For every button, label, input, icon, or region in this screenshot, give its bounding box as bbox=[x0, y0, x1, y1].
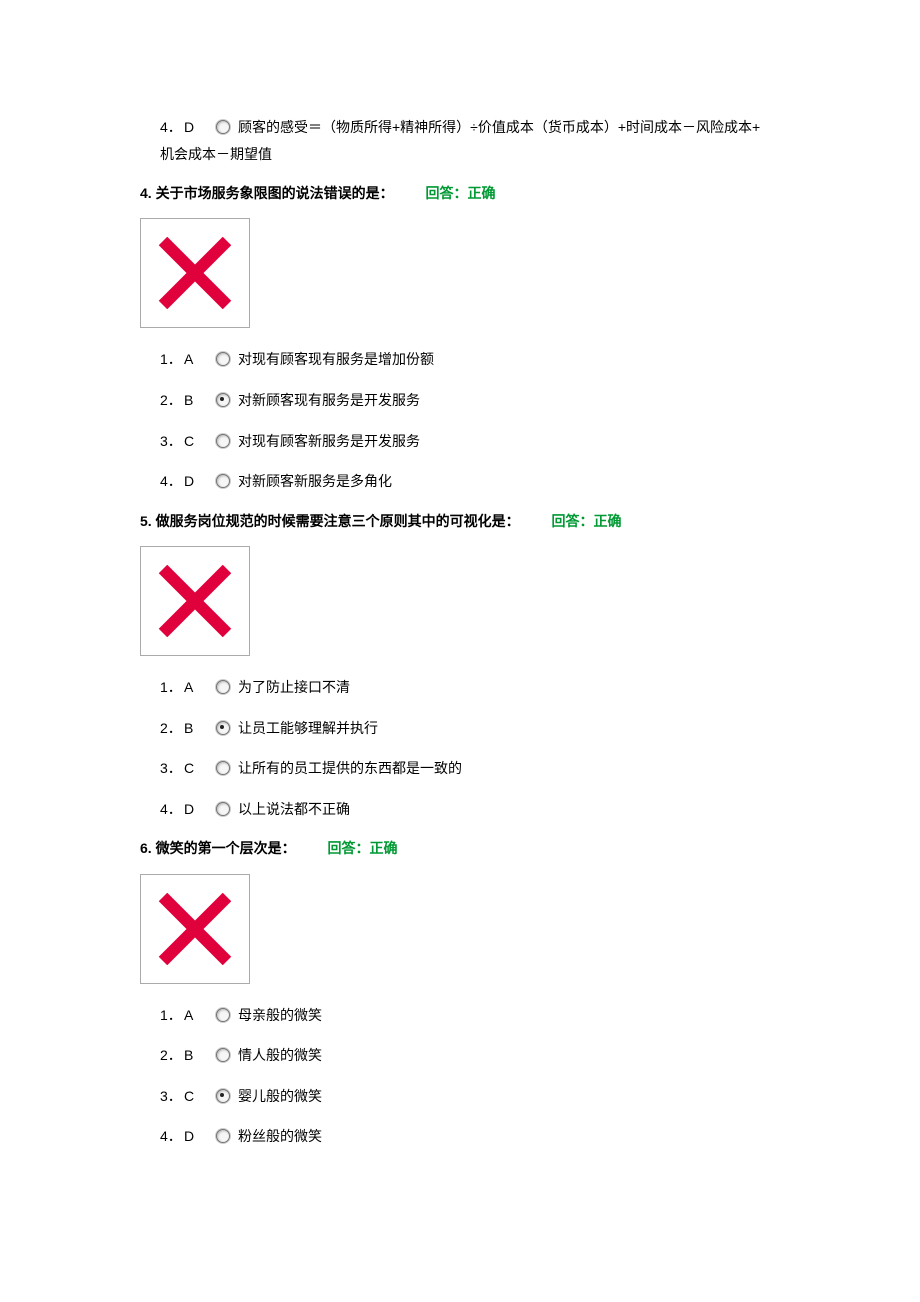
red-x-icon bbox=[141, 547, 249, 655]
option-number: 3． bbox=[160, 755, 184, 782]
option-number: 4． bbox=[160, 468, 184, 495]
option-row: 4． D 对新顾客新服务是多角化 bbox=[160, 468, 880, 495]
option-letter: A bbox=[184, 674, 208, 701]
option-letter: B bbox=[184, 715, 208, 742]
option-number: 4． bbox=[160, 1123, 184, 1150]
option-row: 1． A 对现有顾客现有服务是增加份额 bbox=[160, 346, 880, 373]
option-letter: D bbox=[184, 1123, 208, 1150]
option-number: 3． bbox=[160, 1083, 184, 1110]
image-placeholder bbox=[140, 218, 250, 328]
radio-icon bbox=[216, 434, 230, 448]
option-text: 情人般的微笑 bbox=[238, 1042, 880, 1069]
radio-icon bbox=[216, 120, 230, 134]
option-row: 2． B 让员工能够理解并执行 bbox=[160, 715, 880, 742]
option-text: 为了防止接口不清 bbox=[238, 674, 880, 701]
option-text: 以上说法都不正确 bbox=[238, 796, 880, 823]
radio-icon bbox=[216, 474, 230, 488]
radio-unselected[interactable] bbox=[208, 1048, 238, 1062]
option-letter: B bbox=[184, 387, 208, 414]
option-row: 3． C 让所有的员工提供的东西都是一致的 bbox=[160, 755, 880, 782]
radio-icon bbox=[216, 761, 230, 775]
option-letter: A bbox=[184, 346, 208, 373]
radio-icon bbox=[216, 1048, 230, 1062]
option-number: 1． bbox=[160, 346, 184, 373]
option-row: 4． D 粉丝般的微笑 bbox=[160, 1123, 880, 1150]
option-letter: A bbox=[184, 1002, 208, 1029]
option-number: 1． bbox=[160, 1002, 184, 1029]
option-number: 2． bbox=[160, 1042, 184, 1069]
option-row: 4． D 以上说法都不正确 bbox=[160, 796, 880, 823]
question-text: 关于市场服务象限图的说法错误的是： bbox=[156, 185, 394, 201]
option-text: 对新顾客新服务是多角化 bbox=[238, 468, 880, 495]
radio-selected[interactable] bbox=[208, 393, 238, 407]
option-text: 让所有的员工提供的东西都是一致的 bbox=[238, 755, 880, 782]
option-letter: D bbox=[184, 468, 208, 495]
option-row: 3． C 对现有顾客新服务是开发服务 bbox=[160, 428, 880, 455]
option-text: 婴儿般的微笑 bbox=[238, 1083, 880, 1110]
option-text: 对现有顾客新服务是开发服务 bbox=[238, 428, 880, 455]
option-letter: C bbox=[184, 428, 208, 455]
radio-selected[interactable] bbox=[208, 721, 238, 735]
option-number: 4． bbox=[160, 796, 184, 823]
radio-unselected[interactable] bbox=[208, 434, 238, 448]
option-number: 4． bbox=[160, 114, 184, 141]
option-row: 2． B 情人般的微笑 bbox=[160, 1042, 880, 1069]
option-row: 1． A 母亲般的微笑 bbox=[160, 1002, 880, 1029]
radio-unselected[interactable] bbox=[208, 352, 238, 366]
radio-icon bbox=[216, 1008, 230, 1022]
option-letter: C bbox=[184, 1083, 208, 1110]
document-page: 4． D 顾客的感受＝（物质所得+精神所得）÷价值成本（货币成本）+时间成本－风… bbox=[0, 0, 920, 1224]
radio-icon bbox=[216, 802, 230, 816]
question-prefix: 6. bbox=[140, 840, 156, 856]
radio-unselected[interactable] bbox=[208, 680, 238, 694]
radio-icon bbox=[216, 1089, 230, 1103]
option-text: 母亲般的微笑 bbox=[238, 1002, 880, 1029]
option-row: 2． B 对新顾客现有服务是开发服务 bbox=[160, 387, 880, 414]
option-text: 对新顾客现有服务是开发服务 bbox=[238, 387, 880, 414]
radio-icon bbox=[216, 393, 230, 407]
image-placeholder bbox=[140, 874, 250, 984]
option-text: 对现有顾客现有服务是增加份额 bbox=[238, 346, 880, 373]
option-text-line2: 机会成本－期望值 bbox=[160, 141, 272, 168]
option-text: 粉丝般的微笑 bbox=[238, 1123, 880, 1150]
answer-status: 回答：正确 bbox=[425, 185, 495, 201]
radio-icon bbox=[216, 680, 230, 694]
option-row: 1． A 为了防止接口不清 bbox=[160, 674, 880, 701]
question-heading: 5. 做服务岗位规范的时候需要注意三个原则其中的可视化是： 回答：正确 bbox=[140, 509, 880, 534]
option-row: 3． C 婴儿般的微笑 bbox=[160, 1083, 880, 1110]
radio-unselected[interactable] bbox=[208, 761, 238, 775]
radio-selected[interactable] bbox=[208, 1089, 238, 1103]
option-text: 让员工能够理解并执行 bbox=[238, 715, 880, 742]
question-prefix: 5. bbox=[140, 513, 156, 529]
radio-unselected[interactable] bbox=[208, 120, 238, 134]
option-number: 1． bbox=[160, 674, 184, 701]
question-heading: 4. 关于市场服务象限图的说法错误的是： 回答：正确 bbox=[140, 181, 880, 206]
image-placeholder bbox=[140, 546, 250, 656]
option-letter: D bbox=[184, 114, 208, 141]
option-number: 2． bbox=[160, 387, 184, 414]
option-letter: B bbox=[184, 1042, 208, 1069]
radio-icon bbox=[216, 1129, 230, 1143]
radio-icon bbox=[216, 352, 230, 366]
answer-status: 回答：正确 bbox=[327, 840, 397, 856]
radio-icon bbox=[216, 721, 230, 735]
radio-unselected[interactable] bbox=[208, 802, 238, 816]
answer-status: 回答：正确 bbox=[551, 513, 621, 529]
radio-unselected[interactable] bbox=[208, 1008, 238, 1022]
option-text: 顾客的感受＝（物质所得+精神所得）÷价值成本（货币成本）+时间成本－风险成本+ … bbox=[238, 114, 880, 167]
option-row: 4． D 顾客的感受＝（物质所得+精神所得）÷价值成本（货币成本）+时间成本－风… bbox=[160, 114, 880, 167]
radio-unselected[interactable] bbox=[208, 474, 238, 488]
question-heading: 6. 微笑的第一个层次是： 回答：正确 bbox=[140, 836, 880, 861]
red-x-icon bbox=[141, 875, 249, 983]
option-text-line1: 顾客的感受＝（物质所得+精神所得）÷价值成本（货币成本）+时间成本－风险成本+ bbox=[238, 119, 760, 135]
radio-unselected[interactable] bbox=[208, 1129, 238, 1143]
red-x-icon bbox=[141, 219, 249, 327]
option-letter: D bbox=[184, 796, 208, 823]
question-prefix: 4. bbox=[140, 185, 156, 201]
option-number: 2． bbox=[160, 715, 184, 742]
option-letter: C bbox=[184, 755, 208, 782]
option-number: 3． bbox=[160, 428, 184, 455]
question-text: 做服务岗位规范的时候需要注意三个原则其中的可视化是： bbox=[156, 513, 520, 529]
question-text: 微笑的第一个层次是： bbox=[156, 840, 296, 856]
